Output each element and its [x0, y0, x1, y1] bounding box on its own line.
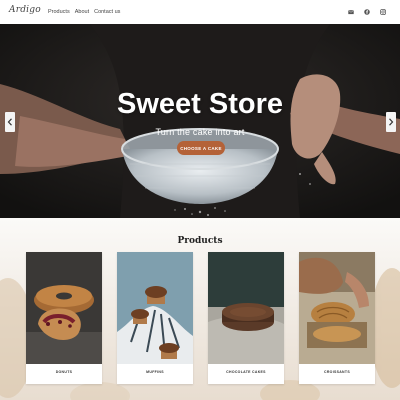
- instagram-icon[interactable]: [380, 9, 386, 15]
- chocolate-cakes-image: [208, 252, 284, 364]
- nav-products[interactable]: Products: [48, 9, 70, 15]
- site-header: Ardigo Products About Contact us: [0, 0, 400, 26]
- main-nav: Products About Contact us: [48, 9, 120, 15]
- product-card-donuts[interactable]: DONUTS: [26, 252, 102, 384]
- choose-cake-button[interactable]: CHOOSE A CAKE: [177, 141, 225, 155]
- nav-about[interactable]: About: [75, 9, 89, 15]
- croissants-image: [299, 252, 375, 364]
- product-card-croissants[interactable]: CROISSANTS: [299, 252, 375, 384]
- email-icon[interactable]: [348, 9, 354, 15]
- facebook-icon[interactable]: [364, 9, 370, 15]
- hero-image: [0, 24, 400, 218]
- products-title: Products: [177, 236, 223, 246]
- hero-title: Sweet Store: [117, 88, 283, 120]
- nav-contact[interactable]: Contact us: [94, 9, 120, 15]
- donuts-image: [26, 252, 102, 364]
- product-card-muffins[interactable]: MUFFINS: [117, 252, 193, 384]
- carousel-prev-button[interactable]: [5, 112, 15, 132]
- card-label: MUFFINS: [146, 370, 164, 374]
- card-label: CROISSANTS: [324, 370, 350, 374]
- card-label: CHOCOLATE CAKES: [226, 370, 266, 374]
- social-links: [348, 9, 386, 15]
- hero-banner: Sweet Store Turn the cake into art CHOOS…: [0, 24, 400, 218]
- muffins-image: [117, 252, 193, 364]
- chevron-right-icon: [389, 118, 394, 126]
- carousel-next-button[interactable]: [386, 112, 396, 132]
- chevron-left-icon: [7, 118, 12, 126]
- products-section: Products DONUTS MUFFINS CHOCOLATE CAKES …: [0, 218, 400, 400]
- card-label: DONUTS: [55, 370, 73, 374]
- logo[interactable]: Ardigo: [9, 5, 41, 15]
- product-card-chocolate-cakes[interactable]: CHOCOLATE CAKES: [208, 252, 284, 384]
- hero-subtitle: Turn the cake into art: [155, 127, 245, 137]
